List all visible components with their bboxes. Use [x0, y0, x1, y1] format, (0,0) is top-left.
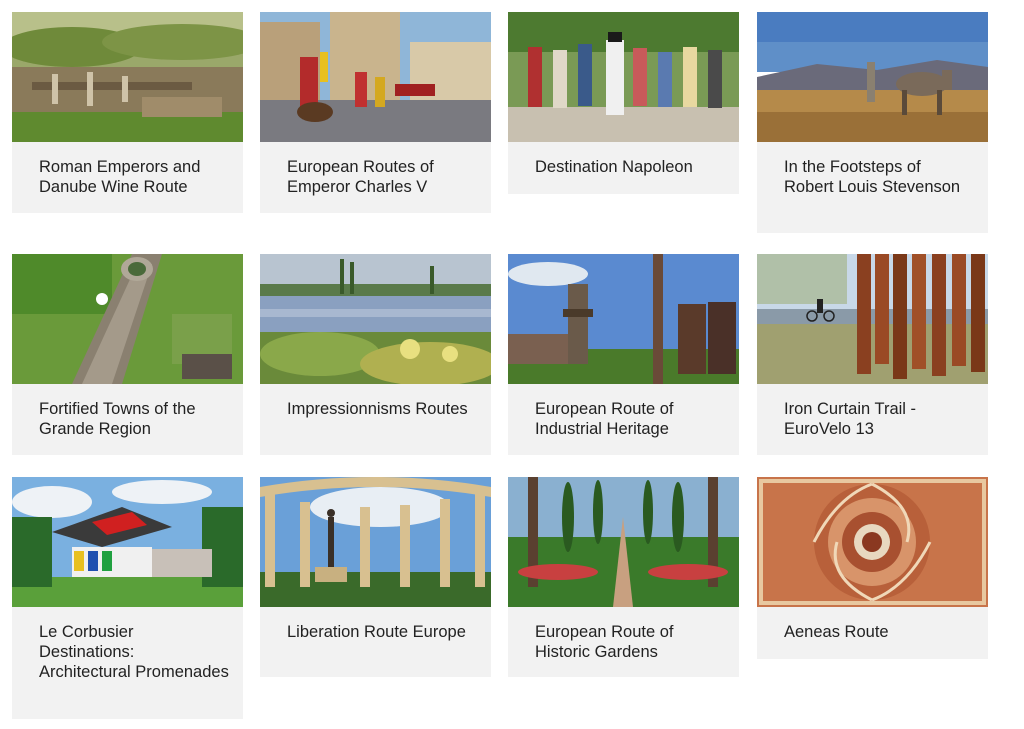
route-card-le-corbusier[interactable]: Le Corbusier Destinations: Architectural…: [12, 477, 243, 719]
route-card-impressionnisms[interactable]: Impressionnisms Routes: [260, 254, 491, 455]
route-title: Destination Napoleon: [508, 142, 739, 194]
roman-ruins-vineyards-image: [12, 12, 243, 142]
memorial-colonnade-statue-image: [260, 477, 491, 607]
route-card-iron-curtain[interactable]: Iron Curtain Trail - EuroVelo 13: [757, 254, 988, 455]
napoleon-reenactment-crowd-image: [508, 12, 739, 142]
route-title: Fortified Towns of the Grande Region: [12, 384, 243, 455]
route-title: Aeneas Route: [757, 607, 988, 659]
route-card-historic-gardens[interactable]: European Route of Historic Gardens: [508, 477, 739, 677]
route-card-liberation-route[interactable]: Liberation Route Europe: [260, 477, 491, 677]
route-title: Impressionnisms Routes: [260, 384, 491, 455]
blast-furnace-industrial-image: [508, 254, 739, 384]
le-corbusier-pavilion-image: [12, 477, 243, 607]
cyclist-rusty-pillars-image: [757, 254, 988, 384]
route-title: European Route of Historic Gardens: [508, 607, 739, 677]
cypress-garden-image: [508, 477, 739, 607]
route-title: Liberation Route Europe: [260, 607, 491, 677]
charles-v-procession-image: [260, 12, 491, 142]
route-card-charles-v[interactable]: European Routes of Emperor Charles V: [260, 12, 491, 213]
route-card-fortified-towns[interactable]: Fortified Towns of the Grande Region: [12, 254, 243, 455]
route-title: Le Corbusier Destinations: Architectural…: [12, 607, 243, 719]
route-card-roman-emperors[interactable]: Roman Emperors and Danube Wine Route: [12, 12, 243, 213]
fortress-aerial-image: [12, 254, 243, 384]
route-title: Iron Curtain Trail - EuroVelo 13: [757, 384, 988, 455]
route-card-stevenson[interactable]: In the Footsteps of Robert Louis Stevens…: [757, 12, 988, 233]
route-card-destination-napoleon[interactable]: Destination Napoleon: [508, 12, 739, 194]
route-title: European Routes of Emperor Charles V: [260, 142, 491, 213]
route-card-industrial-heritage[interactable]: European Route of Industrial Heritage: [508, 254, 739, 455]
route-card-aeneas[interactable]: Aeneas Route: [757, 477, 988, 659]
route-title: In the Footsteps of Robert Louis Stevens…: [757, 142, 988, 233]
route-title: Roman Emperors and Danube Wine Route: [12, 142, 243, 213]
routes-grid: Roman Emperors and Danube Wine Route Eur…: [0, 0, 1024, 729]
impressionist-painting-image: [260, 254, 491, 384]
route-title: European Route of Industrial Heritage: [508, 384, 739, 455]
roman-mosaic-image: [757, 477, 988, 607]
donkey-mountain-landscape-image: [757, 12, 988, 142]
